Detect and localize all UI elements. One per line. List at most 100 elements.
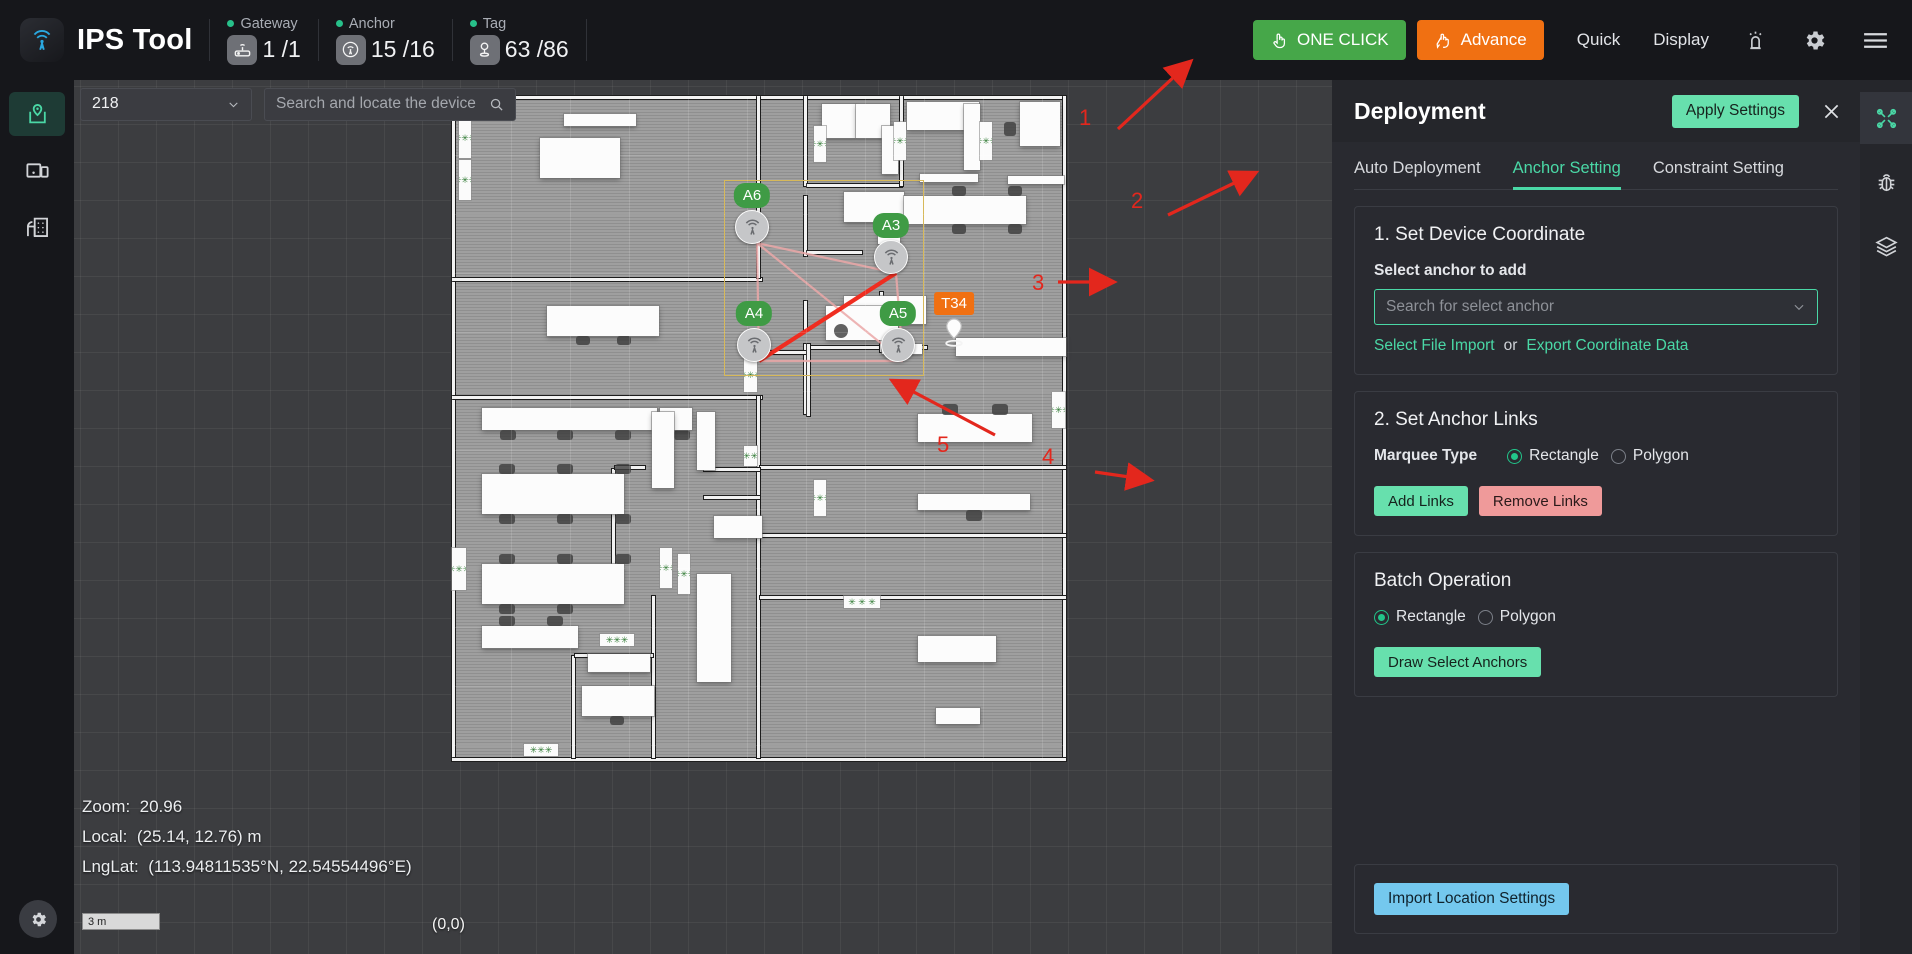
set-device-coordinate-card: 1. Set Device Coordinate Select anchor t…: [1354, 206, 1838, 375]
device-monitor-icon: [25, 162, 49, 178]
marquee-polygon-label: Polygon: [1632, 447, 1689, 464]
hamburger-menu-icon[interactable]: [1861, 28, 1890, 53]
map-canvas[interactable]: ✳ ✳ ✳ ✳ ✳ ✳ ✳✳ ✳✳✳ ✳✳✳ ✳ ✳ ✳ ✳ ✳ ✳ ✳ ✳ A…: [74, 80, 1332, 954]
marquee-rectangle-option[interactable]: Rectangle: [1507, 447, 1599, 465]
tag-pin-icon: [945, 318, 963, 347]
hand-draw-icon: [1436, 33, 1449, 49]
gear-icon[interactable]: [1802, 28, 1827, 53]
anchor-antenna-icon: [737, 328, 771, 362]
alarm-light-icon[interactable]: [1743, 28, 1768, 53]
anchor-label: A4: [735, 301, 773, 326]
coordinate-file-links: Select File Import or Export Coordinate …: [1374, 337, 1818, 355]
sidebar-settings-button[interactable]: [19, 900, 57, 938]
tab-auto-deployment[interactable]: Auto Deployment: [1354, 159, 1481, 189]
wrench-screwdriver-icon: [1876, 108, 1896, 128]
quick-menu-item[interactable]: Quick: [1577, 30, 1620, 50]
divider: [585, 19, 587, 61]
app-logo: [20, 18, 64, 62]
deployment-panel: Deployment Apply Settings Auto Deploymen…: [1332, 80, 1860, 954]
status-dot: [227, 20, 235, 27]
draw-select-anchors-button[interactable]: Draw Select Anchors: [1374, 647, 1542, 677]
advance-label: Advance: [1460, 30, 1527, 49]
rightrail-item-layers[interactable]: [1860, 220, 1912, 272]
batch-polygon-label: Polygon: [1499, 608, 1556, 625]
marquee-polygon-option[interactable]: Polygon: [1610, 447, 1689, 465]
tab-constraint-setting[interactable]: Constraint Setting: [1653, 159, 1784, 189]
chevron-down-icon[interactable]: [1792, 300, 1806, 314]
annotation-number: 1: [1079, 105, 1092, 130]
add-links-button[interactable]: Add Links: [1374, 486, 1468, 516]
local-label: Local:: [82, 827, 128, 846]
select-anchor-label: Select anchor to add: [1374, 262, 1527, 279]
sidebar-item-buildings[interactable]: [9, 204, 65, 248]
batch-operation-card: Batch Operation Rectangle Polygon Draw S…: [1354, 552, 1838, 697]
batch-shape-radio-group: Rectangle Polygon: [1374, 608, 1818, 626]
anchor-marker[interactable]: A3: [872, 213, 910, 274]
map-pin-icon: [28, 103, 46, 123]
batch-rectangle-option[interactable]: Rectangle: [1374, 608, 1466, 626]
anchor-antenna-icon: [335, 34, 366, 65]
divider: [317, 19, 319, 61]
anchor-select-input[interactable]: Search for select anchor: [1374, 289, 1818, 325]
close-panel-button[interactable]: [1821, 101, 1842, 122]
batch-polygon-option[interactable]: Polygon: [1477, 608, 1556, 626]
anchor-antenna-icon: [881, 328, 915, 362]
apply-settings-button[interactable]: Apply Settings: [1671, 94, 1799, 128]
stat-gateway: Gateway 1 /1: [227, 15, 301, 65]
search-icon[interactable]: [489, 97, 504, 112]
stat-anchor-label: Anchor: [348, 15, 395, 32]
hand-tap-icon: [1273, 33, 1286, 48]
gear-icon: [32, 912, 46, 926]
anchor-marker[interactable]: A5: [879, 301, 917, 362]
anchor-marker[interactable]: A6: [733, 183, 771, 244]
close-icon: [1824, 104, 1839, 118]
lnglat-label: LngLat:: [82, 857, 139, 876]
router-icon: [227, 34, 258, 65]
search-input[interactable]: [276, 95, 481, 113]
one-click-button[interactable]: ONE CLICK: [1252, 20, 1406, 60]
anchor-marker[interactable]: A4: [735, 301, 773, 362]
status-dot: [335, 20, 343, 27]
marquee-type-radio-group: Marquee Type Rectangle Polygon: [1374, 447, 1818, 465]
right-sidebar: [1860, 80, 1912, 954]
remove-links-button[interactable]: Remove Links: [1478, 486, 1602, 516]
display-menu-item[interactable]: Display: [1653, 30, 1709, 50]
sidebar-item-devices[interactable]: [9, 148, 65, 192]
radio-indicator[interactable]: [1507, 448, 1523, 464]
tab-anchor-setting[interactable]: Anchor Setting: [1512, 159, 1622, 190]
device-search-box[interactable]: [264, 87, 516, 121]
import-location-card: Import Location Settings: [1354, 864, 1838, 934]
zoom-readout: Zoom: 20.96: [82, 792, 412, 822]
rightrail-item-tools[interactable]: [1860, 92, 1912, 144]
stat-anchor-value: 15 /16: [370, 36, 435, 62]
radio-indicator[interactable]: [1477, 609, 1493, 625]
section1-title: 1. Set Device Coordinate: [1374, 224, 1586, 245]
radio-indicator[interactable]: [1374, 609, 1389, 625]
local-value: (25.14, 12.76) m: [136, 827, 262, 846]
lnglat-value: (113.94811535°N, 22.54554496°E): [148, 857, 412, 876]
batch-actions: Draw Select Anchors: [1374, 647, 1818, 677]
divider: [451, 19, 453, 61]
or-text: or: [1503, 337, 1518, 354]
stat-tag: Tag 63 /86: [469, 15, 569, 65]
map-toolbar: 218: [80, 85, 516, 123]
annotation-number: 5: [937, 432, 950, 457]
advance-button[interactable]: Advance: [1416, 20, 1544, 60]
anchor-label: A5: [879, 301, 917, 326]
stat-gateway-label: Gateway: [240, 15, 298, 32]
anchor-select-placeholder: Search for select anchor: [1386, 298, 1555, 315]
stat-tag-label: Tag: [482, 15, 507, 32]
floor-select[interactable]: 218: [80, 87, 252, 121]
export-coordinate-data-link[interactable]: Export Coordinate Data: [1526, 337, 1688, 355]
panel-header: Deployment Apply Settings: [1332, 80, 1860, 142]
panel-tabs: Auto Deployment Anchor Setting Constrain…: [1354, 142, 1838, 190]
building-icon: [26, 217, 48, 237]
radio-indicator[interactable]: [1610, 448, 1626, 464]
status-dot: [469, 20, 477, 27]
select-file-import-link[interactable]: Select File Import: [1374, 337, 1495, 355]
tag-marker[interactable]: T34: [934, 292, 974, 355]
anchor-label: A3: [872, 213, 910, 238]
sidebar-item-map-location[interactable]: [9, 92, 65, 136]
import-location-settings-button[interactable]: Import Location Settings: [1374, 883, 1570, 915]
rightrail-item-debug[interactable]: [1860, 156, 1912, 208]
